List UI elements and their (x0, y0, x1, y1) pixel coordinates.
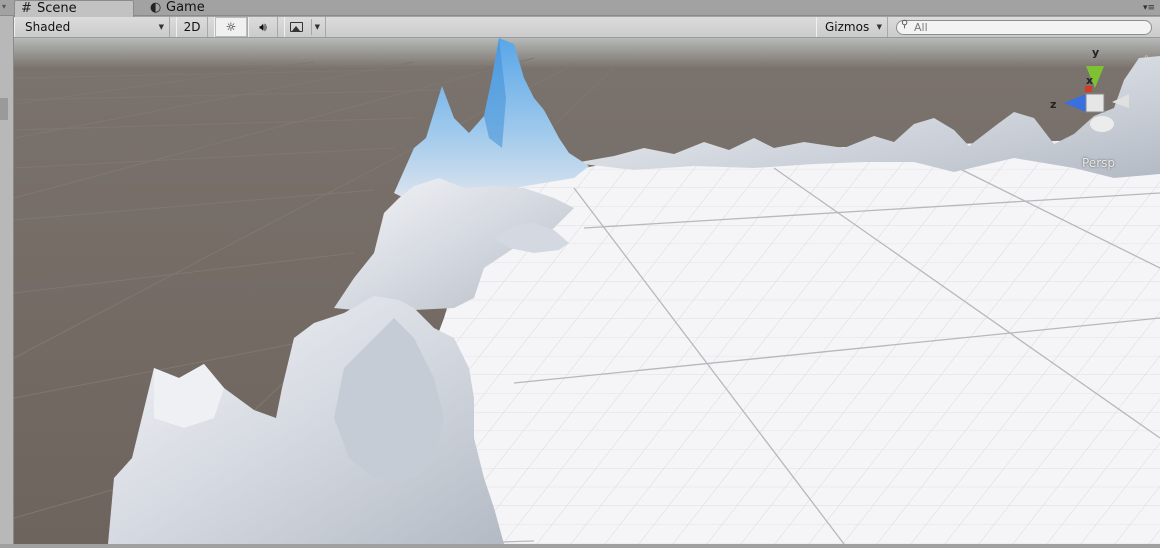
search-input[interactable] (914, 21, 1144, 34)
bottom-edge (0, 544, 1160, 548)
pacman-icon: ◐ (150, 0, 162, 15)
dropdown-arrow-icon: ▼ (314, 23, 320, 31)
search-icon: ⚲ (901, 19, 909, 30)
z-axis-label: z (1050, 98, 1057, 111)
hash-icon: # (21, 1, 32, 16)
shading-mode-dropdown[interactable]: Shaded ▼ (14, 17, 170, 37)
speaker-icon: 🔊︎ (259, 20, 267, 34)
scene-toolbar: Shaded ▼ 2D ☼ 🔊︎ ▼ Gizmos ▼ ⚲ (14, 17, 1160, 38)
left-dock-edge (0, 16, 14, 548)
gizmo-center-cube[interactable] (1085, 93, 1105, 113)
x-axis-label: x (1086, 74, 1094, 87)
scene-audio-toggle[interactable]: 🔊︎ (248, 17, 278, 37)
tab-game[interactable]: ◐ Game (144, 0, 244, 17)
scene-effects-dropdown[interactable]: ▼ (284, 17, 326, 37)
divider (311, 19, 312, 35)
y-axis-label: y (1092, 46, 1100, 59)
image-icon (290, 22, 303, 32)
tab-game-label: Game (166, 0, 205, 15)
gizmos-label: Gizmos (825, 20, 870, 34)
scene-lighting-toggle[interactable]: ☼ (214, 17, 248, 37)
panel-menu-icon[interactable]: ▾ (2, 2, 6, 11)
tab-strip: ▾ # Scene ◐ Game ▾≡ (0, 0, 1160, 17)
dropdown-arrow-icon: ▼ (876, 23, 882, 31)
neg-y-axis-cone[interactable] (1090, 116, 1114, 132)
lock-icon[interactable]: 🔒︎ (1144, 53, 1149, 63)
shading-mode-value: Shaded (25, 20, 71, 34)
scene-render (14, 38, 1160, 544)
sun-icon: ☼ (225, 20, 237, 34)
tab-context-menu-icon[interactable]: ▾≡ (1142, 3, 1156, 14)
dropdown-arrow-icon: ▼ (158, 23, 164, 31)
tab-scene-label: Scene (37, 1, 77, 16)
dock-splitter-handle[interactable] (0, 98, 8, 120)
2d-mode-toggle[interactable]: 2D (176, 17, 208, 37)
gizmos-dropdown[interactable]: Gizmos ▼ (816, 17, 888, 37)
scene-viewport[interactable]: y x z 🔒︎ Persp (14, 38, 1160, 544)
projection-label[interactable]: Persp (1082, 156, 1115, 170)
tab-scene[interactable]: # Scene (14, 0, 134, 17)
search-field[interactable]: ⚲ (896, 19, 1152, 35)
